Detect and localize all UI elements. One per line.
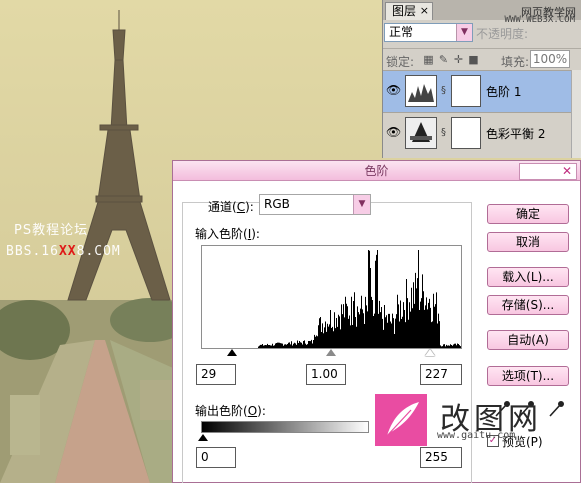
lock-row: 锁定: ▦ ✎ ✛ ■ 填充: 100% [383, 48, 581, 70]
cancel-button[interactable]: 取消 [487, 232, 569, 252]
watermark-line2-post: 8.COM [76, 244, 121, 259]
layer-mask-thumbnail [451, 75, 481, 107]
tab-layers-label: 图层 [392, 4, 417, 18]
load-button[interactable]: 载入(L)... [487, 267, 569, 287]
link-icon: § [441, 127, 446, 138]
ok-button[interactable]: 确定 [487, 204, 569, 224]
opacity-label: 不透明度: [476, 27, 529, 41]
fill-input[interactable]: 100% [530, 50, 570, 68]
channel-value: RGB [264, 197, 290, 211]
chevron-down-icon: ▼ [456, 24, 472, 41]
levels-adjustment-thumbnail [405, 75, 437, 107]
channel-select[interactable]: RGB ▼ [259, 194, 371, 215]
eye-icon[interactable]: 👁 [386, 125, 401, 139]
input-black-field[interactable]: 29 [196, 364, 236, 385]
input-gamma-slider[interactable] [326, 349, 336, 356]
input-levels-label: 输入色阶(I): [195, 225, 260, 242]
fill-label: 填充: [501, 55, 530, 69]
layer-name: 色彩平衡 2 [486, 127, 546, 141]
feather-logo [374, 393, 428, 447]
layers-scrollbar[interactable] [571, 70, 581, 158]
histogram [201, 245, 462, 349]
dialog-title-text: 色阶 [364, 164, 389, 178]
lock-paint-icon[interactable]: ✎ [438, 54, 449, 65]
color-balance-thumbnail [405, 117, 437, 149]
input-levels-suffix: ): [251, 227, 260, 241]
lock-all-icon[interactable]: ■ [468, 54, 479, 65]
tab-layers[interactable]: 图层 × [385, 2, 433, 20]
options-button[interactable]: 选项(T)... [487, 366, 569, 386]
output-black-field[interactable]: 0 [196, 447, 236, 468]
watermark-line2: BBS.16XX8.COM [6, 244, 121, 259]
link-icon: § [441, 85, 446, 96]
input-levels-text: 输入色阶( [195, 227, 248, 241]
blend-mode-select[interactable]: 正常 ▼ [384, 23, 473, 42]
lock-move-icon[interactable]: ✛ [453, 54, 464, 65]
output-levels-key: O [247, 404, 258, 418]
output-levels-text: 输出色阶( [195, 404, 248, 418]
output-levels-label: 输出色阶(O): [195, 402, 266, 419]
auto-button[interactable]: 自动(A) [487, 330, 569, 350]
close-button[interactable]: ✕ [519, 163, 577, 180]
save-button[interactable]: 存储(S)... [487, 295, 569, 315]
lock-label: 锁定: [386, 55, 415, 69]
channel-label: 通道(C): [208, 198, 254, 215]
input-gamma-field[interactable]: 1.00 [306, 364, 346, 385]
watermark-line2-pre: BBS.16 [6, 244, 59, 259]
output-gradient-bar [201, 421, 369, 433]
watermark-line1: PS教程论坛 [14, 223, 89, 238]
eye-icon[interactable]: 👁 [386, 83, 401, 97]
blend-mode-value: 正常 [389, 25, 414, 39]
output-black-slider[interactable] [198, 434, 208, 441]
feather-icon [384, 402, 419, 439]
output-levels-suffix: ): [257, 404, 266, 418]
logo-url: www.gaitu.com [437, 430, 516, 441]
layer-row[interactable]: 👁 § 色彩平衡 2 [383, 112, 573, 154]
channel-label-text: 通道( [208, 200, 237, 214]
layer-row[interactable]: 👁 § 色阶 1 [383, 70, 573, 112]
histogram-plot [258, 250, 461, 348]
chevron-down-icon: ▼ [353, 195, 370, 214]
input-slider-track[interactable] [201, 349, 462, 361]
watermark-line2-red: XX [58, 244, 77, 259]
close-icon[interactable]: × [420, 3, 429, 19]
input-white-slider[interactable] [425, 349, 435, 356]
channel-label-suffix: ): [245, 200, 254, 214]
layer-mask-thumbnail [451, 117, 481, 149]
input-black-slider[interactable] [227, 349, 237, 356]
layers-panel: 图层 × 网页教学网 WWW.WEB3X.COM 正常 ▼ 不透明度: 锁定: ▦ … [382, 0, 581, 158]
lock-transparent-icon[interactable]: ▦ [423, 54, 434, 65]
input-white-field[interactable]: 227 [420, 364, 462, 385]
layer-name: 色阶 1 [486, 85, 522, 99]
output-white-field[interactable]: 255 [420, 447, 462, 468]
channel-label-key: C [236, 200, 246, 214]
site-url: WWW.WEB3X.COM [504, 15, 575, 25]
